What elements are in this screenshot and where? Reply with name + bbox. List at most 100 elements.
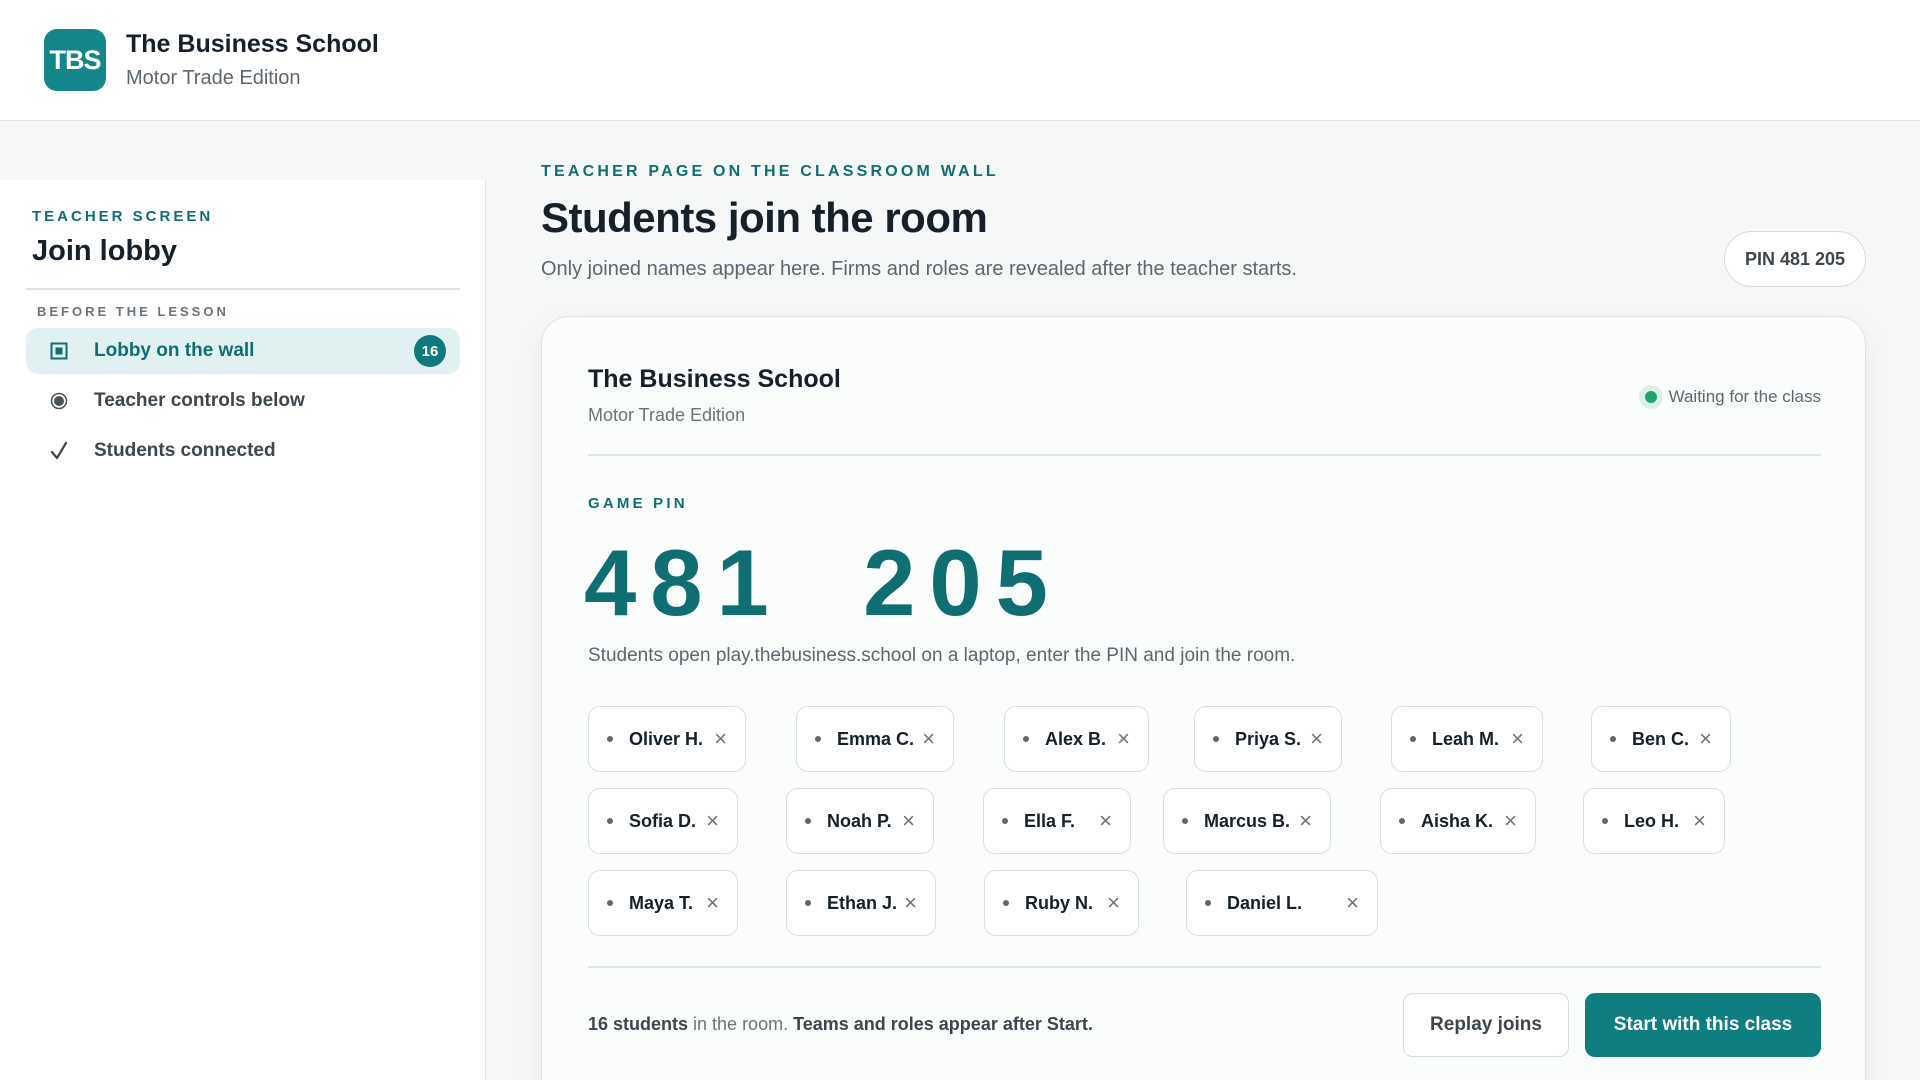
remove-icon[interactable]: ×	[1504, 810, 1517, 832]
remove-icon[interactable]: ×	[706, 810, 719, 832]
student-chip[interactable]: Daniel L. ×	[1186, 870, 1378, 936]
sidebar-section-label: BEFORE THE LESSON	[37, 304, 229, 319]
bullet-icon	[1182, 818, 1188, 824]
sidebar-item-label: Teacher controls below	[94, 390, 305, 411]
remove-icon[interactable]: ×	[1699, 728, 1712, 750]
sidebar-item-label: Lobby on the wall	[94, 340, 255, 361]
student-chip[interactable]: Marcus B. ×	[1163, 788, 1331, 854]
student-name: Emma C.	[837, 728, 915, 749]
student-name: Ruby N.	[1025, 892, 1094, 913]
bullet-icon	[805, 818, 811, 824]
check-icon	[46, 441, 72, 461]
student-count-text: 16 students	[588, 1014, 689, 1034]
student-name: Ben C.	[1632, 728, 1690, 749]
student-name: Alex B.	[1045, 728, 1107, 749]
pin-label: GAME PIN	[588, 495, 688, 512]
student-name: Ethan J.	[827, 892, 898, 913]
remove-icon[interactable]: ×	[904, 892, 917, 914]
start-class-button[interactable]: Start with this class	[1585, 993, 1821, 1057]
student-chip[interactable]: Ben C. ×	[1591, 706, 1731, 772]
remove-icon[interactable]: ×	[1099, 810, 1112, 832]
student-chip[interactable]: Maya T. ×	[588, 870, 738, 936]
remove-icon[interactable]: ×	[1299, 810, 1312, 832]
student-chip[interactable]: Emma C. ×	[796, 706, 954, 772]
remove-icon[interactable]: ×	[1107, 892, 1120, 914]
student-chip[interactable]: Alex B. ×	[1004, 706, 1149, 772]
bullet-icon	[805, 900, 811, 906]
student-chip[interactable]: Priya S. ×	[1194, 706, 1342, 772]
sidebar-kicker: TEACHER SCREEN	[32, 208, 214, 225]
card-title: The Business School	[588, 365, 841, 393]
student-chip[interactable]: Leo H. ×	[1583, 788, 1725, 854]
page-kicker: TEACHER PAGE ON THE CLASSROOM WALL	[541, 163, 999, 180]
student-chip[interactable]: Noah P. ×	[786, 788, 934, 854]
remove-icon[interactable]: ×	[1310, 728, 1323, 750]
page-title: Students join the room	[541, 194, 988, 241]
card-subtitle: Motor Trade Edition	[588, 405, 746, 425]
status-indicator: Waiting for the class	[1638, 385, 1821, 409]
student-name: Oliver H.	[629, 728, 704, 749]
student-name: Noah P.	[827, 810, 892, 831]
student-name: Leo H.	[1624, 810, 1680, 831]
student-chip[interactable]: Ethan J. ×	[786, 870, 936, 936]
student-name: Marcus B.	[1204, 810, 1291, 831]
sidebar-item-teacher-controls[interactable]: Teacher controls below	[26, 378, 460, 424]
replay-joins-button[interactable]: Replay joins	[1403, 993, 1569, 1057]
sidebar-title: Join lobby	[32, 235, 177, 267]
bullet-icon	[815, 736, 821, 742]
sidebar-item-label: Students connected	[94, 440, 276, 461]
sidebar-item-lobby[interactable]: Lobby on the wall 16	[26, 328, 460, 374]
bullet-icon	[1205, 900, 1211, 906]
remove-icon[interactable]: ×	[1117, 728, 1130, 750]
sidebar-divider	[26, 288, 460, 290]
brand: The Business School Motor Trade Edition	[126, 30, 379, 90]
pin-pill[interactable]: PIN 481 205	[1724, 231, 1866, 287]
bullet-icon	[1602, 818, 1608, 824]
student-chip[interactable]: Aisha K. ×	[1380, 788, 1536, 854]
top-bar: TBS The Business School Motor Trade Edit…	[0, 0, 1920, 121]
student-chip[interactable]: Ella F. ×	[983, 788, 1131, 854]
remove-icon[interactable]: ×	[902, 810, 915, 832]
app-subtitle: Motor Trade Edition	[126, 67, 301, 89]
teams-note: Teams and roles appear after Start.	[793, 1014, 1093, 1034]
remove-icon[interactable]: ×	[922, 728, 935, 750]
remove-icon[interactable]: ×	[1346, 892, 1359, 914]
screen-icon	[46, 342, 72, 360]
card-divider	[588, 966, 1821, 968]
room-text: in the room.	[688, 1014, 794, 1034]
bullet-icon	[607, 818, 613, 824]
game-pin: 481 205	[584, 530, 1062, 635]
remove-icon[interactable]: ×	[714, 728, 727, 750]
remove-icon[interactable]: ×	[1511, 728, 1524, 750]
bullet-icon	[1410, 736, 1416, 742]
bullet-icon	[607, 900, 613, 906]
status-dot-icon	[1638, 385, 1663, 409]
student-name: Priya S.	[1235, 728, 1302, 749]
tbs-logo[interactable]: TBS	[44, 29, 106, 91]
student-count-badge: 16	[414, 335, 446, 367]
lobby-card: The Business School Motor Trade Edition …	[541, 316, 1866, 1080]
remove-icon[interactable]: ×	[706, 892, 719, 914]
student-chip[interactable]: Leah M. ×	[1391, 706, 1543, 772]
radio-icon	[46, 392, 72, 410]
room-summary: 16 students in the room. Teams and roles…	[588, 1014, 1093, 1035]
student-name: Ella F.	[1024, 810, 1076, 831]
bullet-icon	[1002, 818, 1008, 824]
student-name: Sofia D.	[629, 810, 697, 831]
bullet-icon	[1023, 736, 1029, 742]
student-chip[interactable]: Sofia D. ×	[588, 788, 738, 854]
student-name: Daniel L.	[1227, 892, 1303, 913]
student-chip[interactable]: Oliver H. ×	[588, 706, 746, 772]
student-name: Maya T.	[629, 892, 694, 913]
student-chip[interactable]: Ruby N. ×	[984, 870, 1139, 936]
student-name: Leah M.	[1432, 728, 1500, 749]
sidebar-item-students-connected[interactable]: Students connected	[26, 428, 460, 474]
join-instructions: Students open play.thebusiness.school on…	[588, 645, 1296, 666]
student-name: Aisha K.	[1421, 810, 1494, 831]
remove-icon[interactable]: ×	[1693, 810, 1706, 832]
bullet-icon	[1003, 900, 1009, 906]
page-subtitle: Only joined names appear here. Firms and…	[541, 258, 1297, 280]
app-title: The Business School	[126, 30, 379, 58]
bullet-icon	[1399, 818, 1405, 824]
status-text: Waiting for the class	[1668, 387, 1821, 406]
